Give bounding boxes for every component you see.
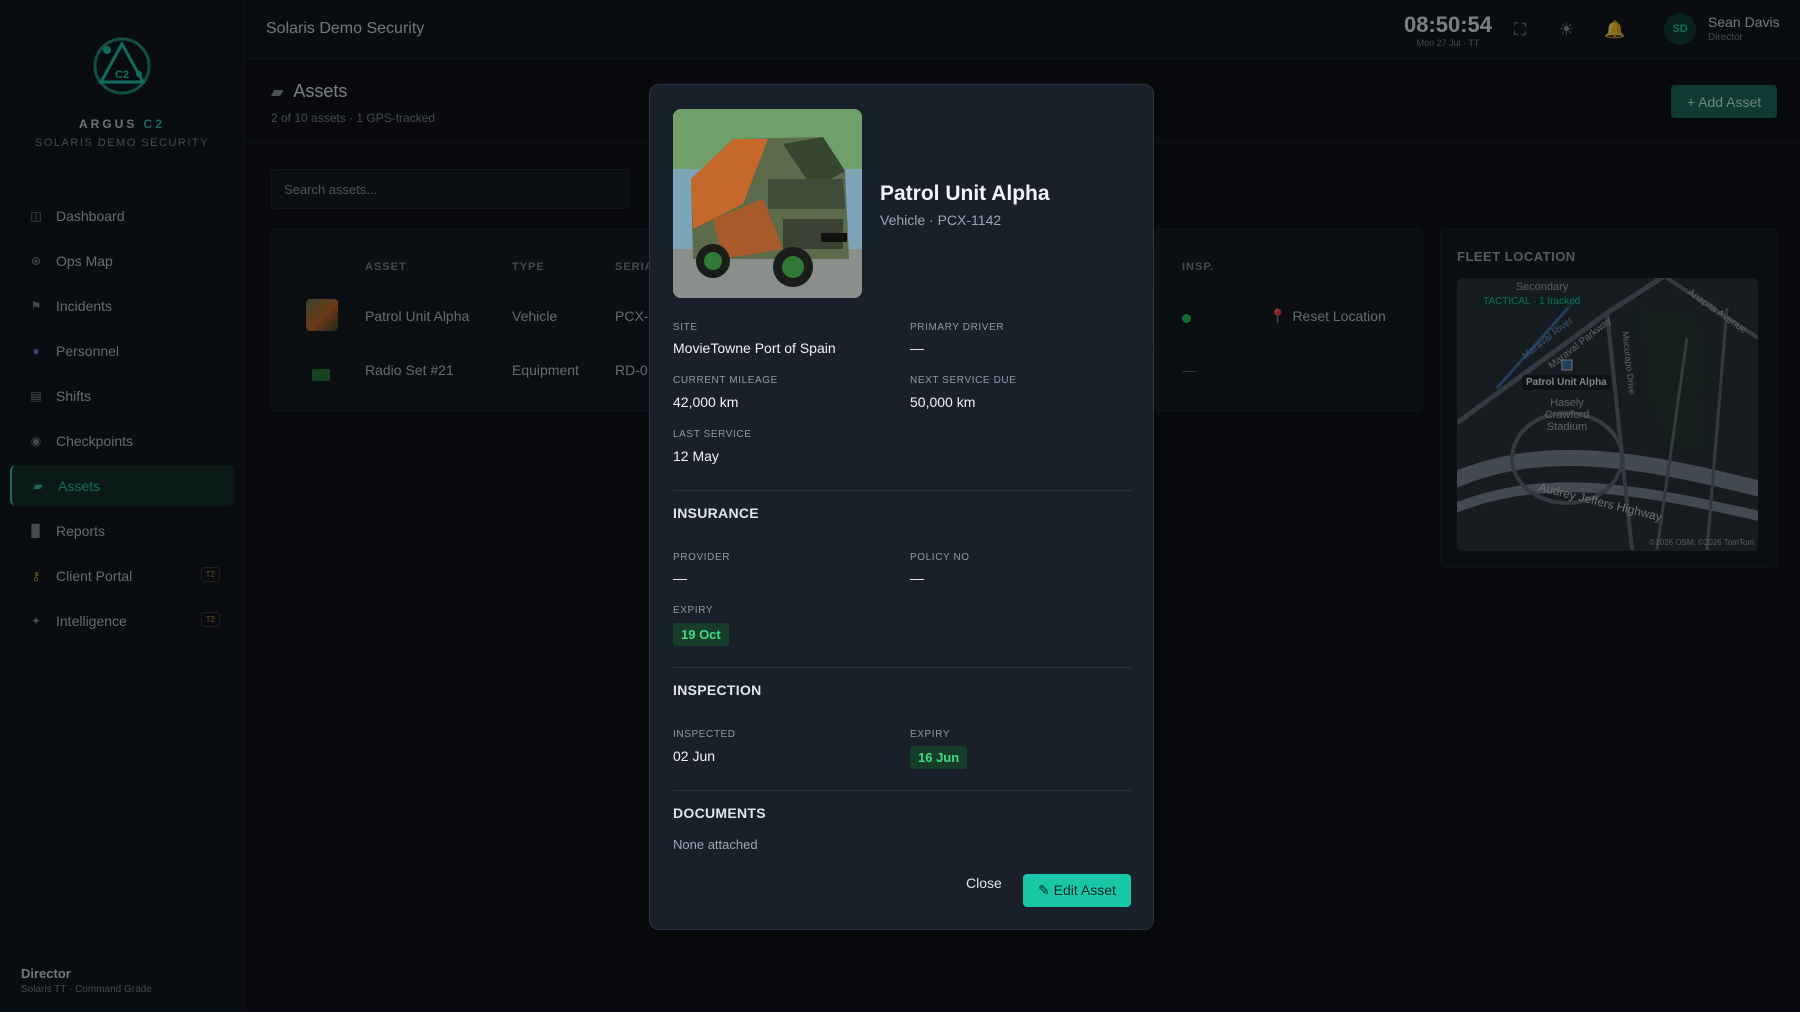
- site-label: SITE: [673, 322, 698, 333]
- inspected-label: INSPECTED: [673, 729, 736, 740]
- divider: [673, 790, 1132, 791]
- insurance-expiry-label: EXPIRY: [673, 605, 714, 616]
- close-button[interactable]: Close: [966, 875, 1002, 891]
- policy-no-value: —: [910, 570, 924, 586]
- divider: [673, 490, 1132, 491]
- last-service-label: LAST SERVICE: [673, 429, 752, 440]
- last-service-value: 12 May: [673, 448, 719, 464]
- insurance-heading: INSURANCE: [673, 505, 759, 521]
- vehicle-photo: [673, 109, 862, 298]
- primary-driver-value: —: [910, 340, 924, 356]
- documents-empty: None attached: [673, 837, 758, 852]
- site-value: MovieTowne Port of Spain: [673, 340, 836, 356]
- documents-heading: DOCUMENTS: [673, 805, 766, 821]
- policy-no-label: POLICY NO: [910, 552, 970, 563]
- insurance-provider-value: —: [673, 570, 687, 586]
- modal-asset-subtitle: Vehicle · PCX-1142: [880, 212, 1002, 228]
- insurance-provider-label: PROVIDER: [673, 552, 731, 563]
- edit-asset-button[interactable]: ✎ Edit Asset: [1023, 874, 1131, 907]
- next-service-value: 50,000 km: [910, 394, 976, 410]
- inspected-value: 02 Jun: [673, 748, 716, 764]
- asset-photo: [673, 109, 862, 298]
- inspection-expiry-label: EXPIRY: [910, 729, 951, 740]
- next-service-label: NEXT SERVICE DUE: [910, 375, 1017, 386]
- inspection-expiry-badge: 16 Jun: [910, 746, 968, 769]
- insurance-expiry-badge: 19 Oct: [673, 623, 729, 646]
- primary-driver-label: PRIMARY DRIVER: [910, 322, 1005, 333]
- inspection-heading: INSPECTION: [673, 682, 762, 698]
- current-mileage-label: CURRENT MILEAGE: [673, 375, 778, 386]
- current-mileage-value: 42,000 km: [673, 394, 739, 410]
- asset-detail-modal: Patrol Unit Alpha Vehicle · PCX-1142 SIT…: [649, 84, 1154, 930]
- divider: [673, 667, 1132, 668]
- modal-asset-name: Patrol Unit Alpha: [880, 182, 1050, 205]
